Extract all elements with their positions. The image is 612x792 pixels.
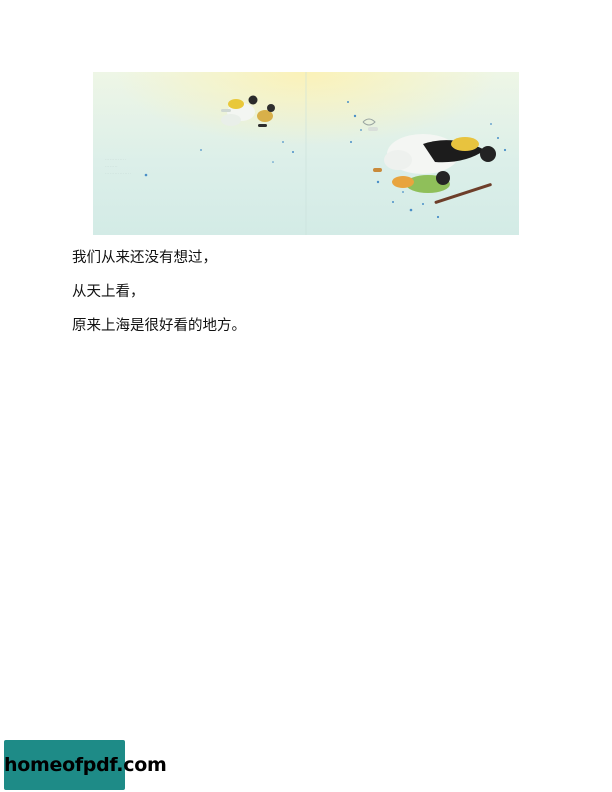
document-page: · · · · · · · · · · · · · · · · · · · · …: [0, 0, 612, 792]
illustration-artwork: · · · · · · · · · · · · · · · · · · · · …: [93, 72, 519, 235]
caption-line-3: · · · · · · · · · · · · · · · ·: [105, 172, 131, 175]
caption-line-1: · · · · · · · · · · · · ·: [105, 158, 126, 161]
watermark-badge[interactable]: homeofpdf.com: [4, 740, 167, 790]
story-text-line-3: 原来上海是很好看的地方。: [72, 318, 246, 334]
book-illustration: · · · · · · · · · · · · · · · · · · · · …: [93, 72, 519, 235]
story-text-line-2: 从天上看，: [72, 284, 145, 300]
watermark-label: homeofpdf.com: [4, 754, 167, 776]
story-text-line-1: 我们从来还没有想过，: [72, 250, 217, 266]
caption-line-2: · · · · · · · ·: [105, 165, 118, 168]
